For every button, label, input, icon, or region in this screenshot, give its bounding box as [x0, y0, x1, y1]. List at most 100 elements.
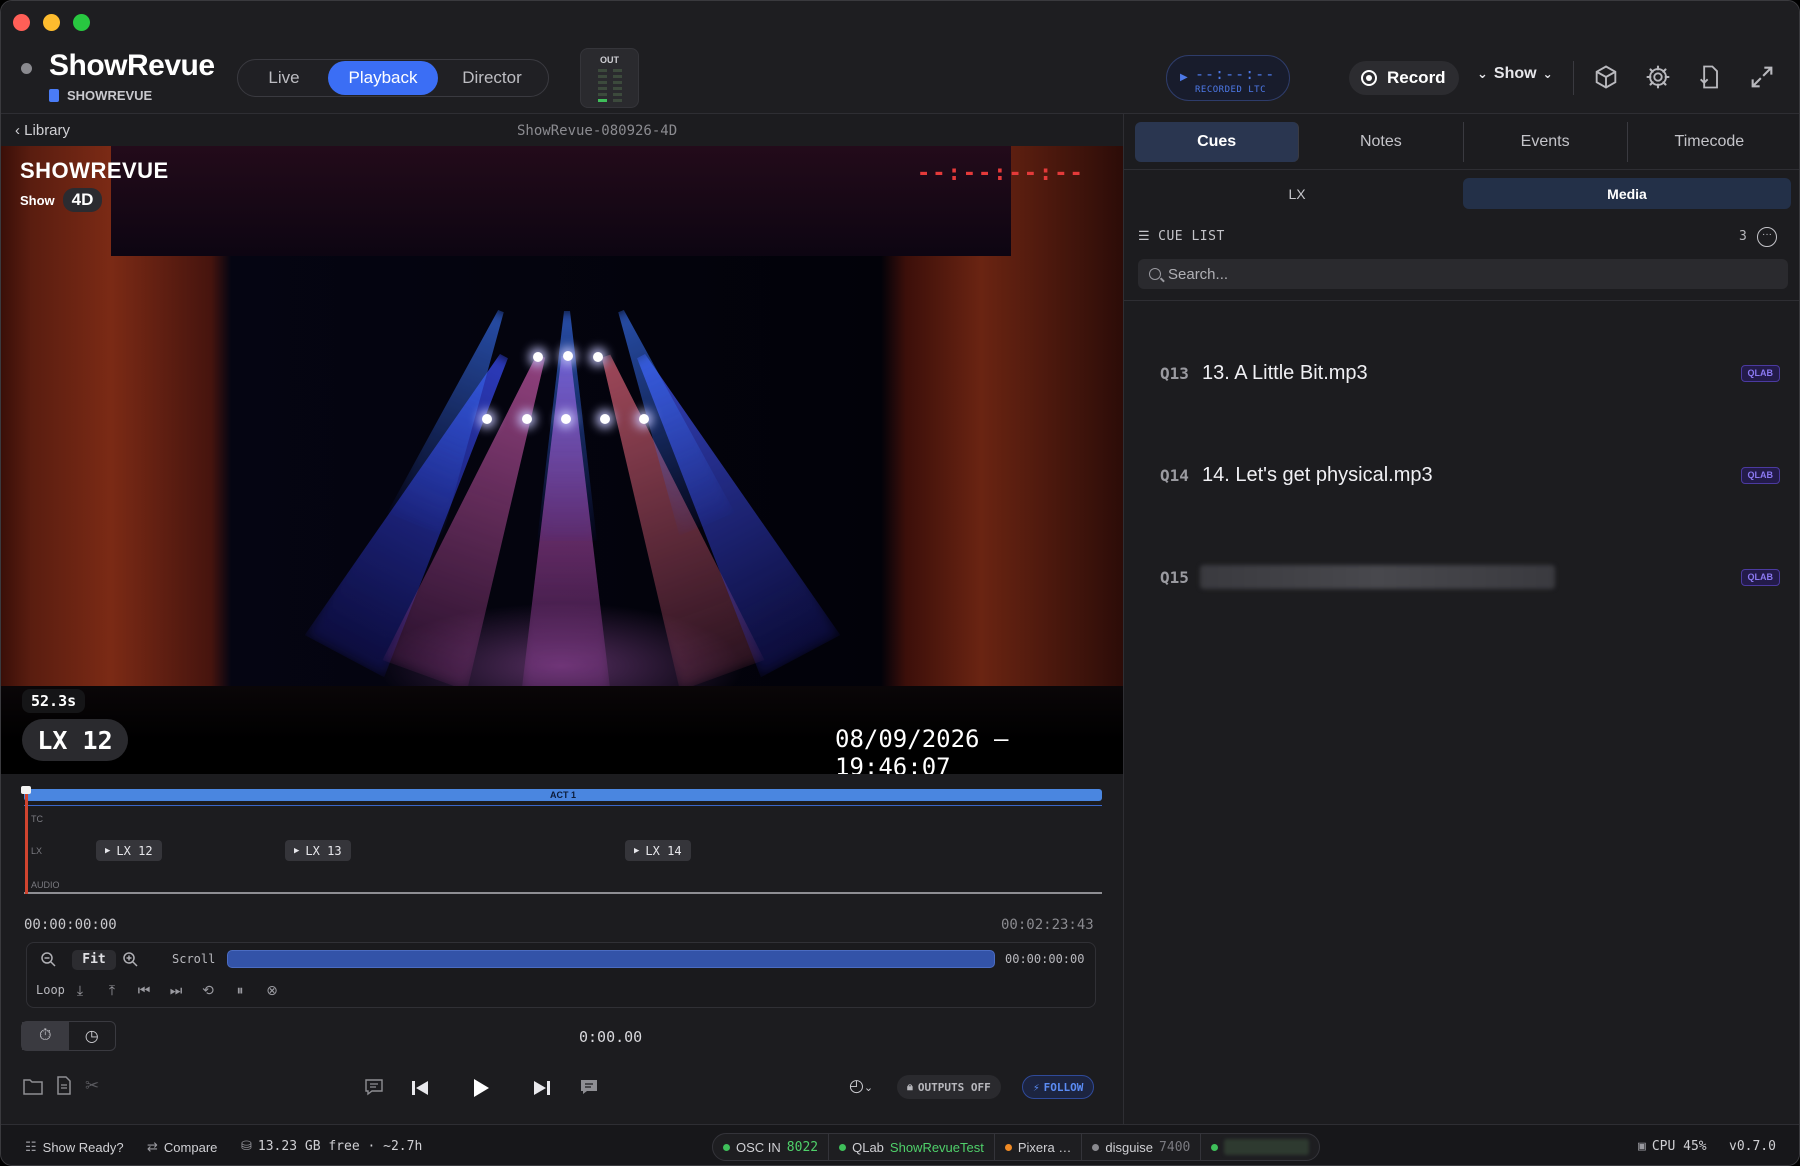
zoom-window-button[interactable] — [73, 14, 90, 31]
meter-left-channel — [598, 69, 607, 105]
timeline-panel: ACT 1 TC LX AUDIO ▶ LX 12 ▶ LX 13 ▶ LX 1… — [1, 774, 1123, 1124]
divider — [1124, 300, 1799, 301]
export-pdf-icon[interactable] — [56, 1076, 72, 1095]
cue-name: 13. A Little Bit.mp3 — [1202, 361, 1368, 384]
recording-datetime-overlay: 08/09/2026 – 19:46:07 — [835, 725, 1009, 774]
skip-forward-icon[interactable] — [532, 1079, 552, 1097]
service-redacted[interactable] — [1201, 1133, 1319, 1161]
record-icon — [1361, 70, 1377, 86]
cue-list-item[interactable]: Q13 13. A Little Bit.mp3 QLAB — [1160, 353, 1780, 393]
wall-clock-icon[interactable]: ◷ — [69, 1022, 116, 1050]
lane-label-lx: LX — [31, 846, 43, 856]
go-to-out-icon[interactable]: ⏭ — [166, 980, 186, 1000]
cube-icon[interactable] — [1592, 63, 1620, 91]
service-pixera[interactable]: Pixera … — [995, 1133, 1083, 1161]
elapsed-timer-icon[interactable]: ⏱ — [22, 1022, 69, 1050]
video-preview[interactable]: SHOWREVUE Show 4D --:--:--:-- 52.3s LX 1… — [1, 146, 1123, 774]
cpu-usage: ▣ CPU 45% — [1638, 1139, 1707, 1154]
set-out-point-icon[interactable]: ⤒ — [102, 980, 122, 1000]
compare-button[interactable]: ⇄ Compare — [147, 1139, 217, 1155]
video-timecode-overlay: --:--:--:-- — [917, 161, 1085, 186]
loop-toggle-icon[interactable]: ⟲ — [198, 980, 218, 1000]
stage-lamp — [593, 352, 603, 362]
timeline-cue-lx14[interactable]: ▶ LX 14 — [625, 840, 691, 861]
play-button[interactable] — [471, 1077, 491, 1099]
skip-back-icon[interactable] — [410, 1079, 430, 1097]
disk-space: ⛁ 13.23 GB free · ~2.7h — [241, 1139, 422, 1154]
cue-search-input[interactable]: Search... — [1138, 259, 1788, 289]
show-menu-label: Show — [1493, 65, 1537, 82]
scissors-icon[interactable]: ✂ — [85, 1076, 99, 1096]
mode-live-button[interactable]: Live — [240, 61, 328, 95]
export-document-icon[interactable] — [1696, 63, 1724, 91]
toolbar-divider — [1573, 61, 1574, 95]
expand-icon[interactable] — [1748, 63, 1776, 91]
stage-lamp — [522, 414, 532, 424]
next-note-icon[interactable] — [579, 1078, 599, 1096]
mode-playback-button[interactable]: Playback — [328, 61, 438, 95]
compare-icon: ⇄ — [147, 1139, 158, 1154]
status-bar: ☷ Show Ready? ⇄ Compare ⛁ 13.23 GB free … — [1, 1124, 1799, 1165]
record-button[interactable]: Record — [1349, 61, 1459, 95]
cue-list-item[interactable]: Q15 QLAB — [1160, 557, 1780, 597]
title-bar: ShowRevue SHOWREVUE Live Playback Direct… — [1, 1, 1799, 114]
mode-director-button[interactable]: Director — [438, 61, 546, 95]
subtab-lx[interactable]: LX — [1138, 178, 1456, 209]
set-in-point-icon[interactable]: ⤓ — [70, 980, 90, 1000]
tab-timecode[interactable]: Timecode — [1628, 122, 1791, 162]
act-segment[interactable]: ACT 1 — [24, 789, 1102, 801]
previous-note-icon[interactable] — [364, 1078, 384, 1096]
compare-label: Compare — [163, 1139, 218, 1155]
service-osc-in[interactable]: OSC IN 8022 — [713, 1133, 830, 1161]
lane-label-tc: TC — [31, 814, 43, 824]
show-menu-button[interactable]: ⌄ Show ⌄ — [1477, 65, 1553, 83]
minimize-window-button[interactable] — [43, 14, 60, 31]
gear-icon[interactable] — [1644, 63, 1672, 91]
close-window-button[interactable] — [13, 14, 30, 31]
chevron-down-icon: ⌄ — [1542, 67, 1553, 81]
output-meter[interactable]: OUT — [580, 48, 639, 108]
subtab-media[interactable]: Media — [1463, 178, 1791, 209]
show-ready-button[interactable]: ☷ Show Ready? — [25, 1139, 124, 1155]
ltc-display[interactable]: ▶ --:--:-- RECORDED LTC — [1166, 55, 1290, 101]
tab-events[interactable]: Events — [1464, 122, 1628, 162]
playhead-handle[interactable] — [21, 786, 31, 794]
timeline-scrollbar[interactable] — [227, 950, 995, 968]
list-icon: ☰ — [1138, 229, 1151, 244]
zoom-fit-button[interactable]: Fit — [72, 950, 116, 970]
service-qlab[interactable]: QLab ShowRevueTest — [829, 1133, 995, 1161]
light-beam — [537, 311, 597, 541]
pause-at-out-icon[interactable]: ⏸ — [230, 980, 250, 1000]
lock-icon: 🔒︎ — [907, 1080, 913, 1093]
go-to-in-icon[interactable]: ⏮ — [134, 980, 154, 1000]
outputs-off-toggle[interactable]: 🔒︎ OUTPUTS OFF — [897, 1075, 1001, 1099]
follow-toggle[interactable]: ⚡︎ FOLLOW — [1022, 1075, 1095, 1099]
timeline-cue-lx12[interactable]: ▶ LX 12 — [96, 840, 162, 861]
library-back-link[interactable]: ‹ Library — [15, 122, 70, 139]
clear-loop-icon[interactable]: ⊗ — [262, 980, 282, 1000]
cue-count: 3 — [1739, 229, 1747, 244]
playhead[interactable] — [25, 788, 28, 894]
cue-list-item[interactable]: Q14 14. Let's get physical.mp3 QLAB — [1160, 455, 1780, 495]
service-disguise[interactable]: disguise 7400 — [1082, 1133, 1202, 1161]
show-ready-label: Show Ready? — [42, 1139, 124, 1155]
zoom-out-icon[interactable] — [39, 950, 59, 970]
tab-notes[interactable]: Notes — [1299, 122, 1464, 162]
scroll-timecode: 00:00:00:00 — [1005, 952, 1085, 966]
service-label: QLab — [852, 1139, 884, 1155]
panel-tabs: Cues Notes Events Timecode — [1135, 122, 1791, 162]
timeline-cue-lx13[interactable]: ▶ LX 13 — [285, 840, 351, 861]
follow-label: FOLLOW — [1043, 1080, 1084, 1094]
folder-icon[interactable] — [23, 1077, 43, 1095]
app-version: v0.7.0 — [1729, 1139, 1776, 1154]
status-dot-icon — [21, 63, 32, 74]
history-icon[interactable]: ◴⌄ — [849, 1076, 873, 1096]
record-label: Record — [1387, 68, 1446, 87]
cue-list-header: ☰ CUE LIST — [1138, 229, 1225, 244]
tab-cues[interactable]: Cues — [1135, 122, 1300, 162]
tc-lane-line — [24, 805, 1102, 806]
zoom-in-icon[interactable] — [121, 950, 141, 970]
outputs-off-label: OUTPUTS OFF — [917, 1080, 991, 1094]
drive-icon: ⛁ — [241, 1139, 252, 1154]
more-options-icon[interactable]: ··· — [1757, 227, 1777, 247]
